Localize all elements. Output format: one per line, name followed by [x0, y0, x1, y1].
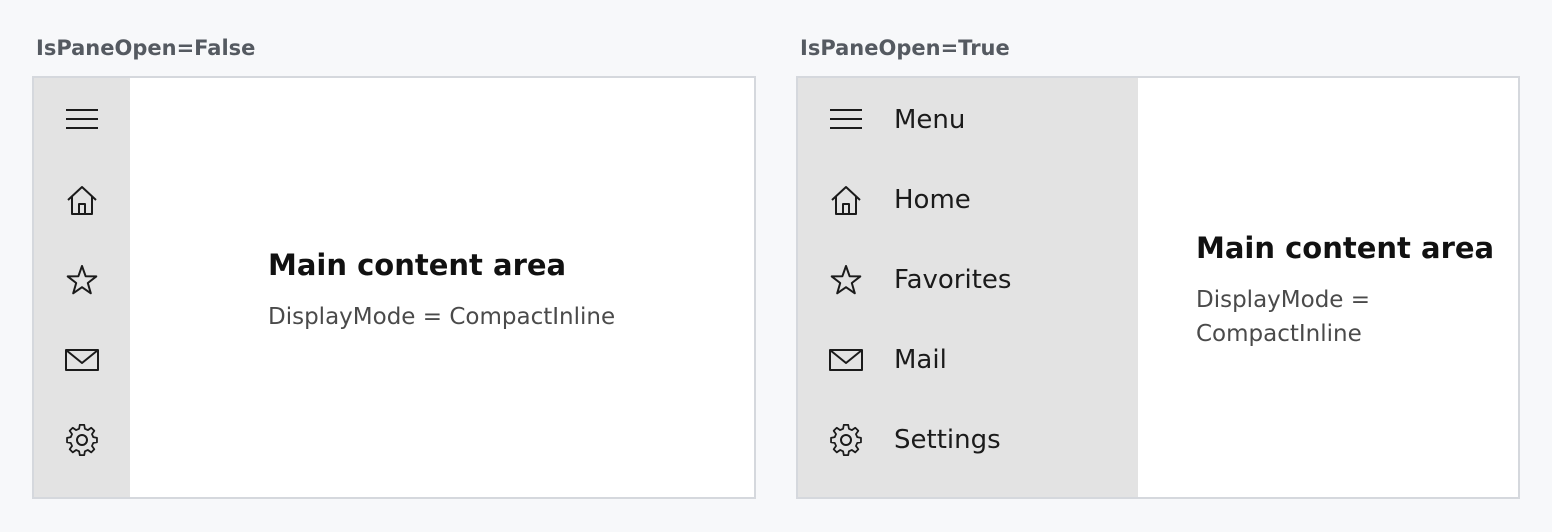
- content-title: Main content area: [1196, 231, 1495, 265]
- nav-item-home[interactable]: Home: [798, 160, 1138, 240]
- content-subtitle: DisplayMode = CompactInline: [268, 304, 616, 330]
- content-subtitle-line-2: CompactInline: [1196, 321, 1362, 347]
- main-content-area: Main content area DisplayMode = CompactI…: [1138, 78, 1518, 497]
- nav-item-label: Settings: [894, 425, 1001, 455]
- menu-toggle-button[interactable]: Menu: [798, 80, 1138, 160]
- menu-toggle-button[interactable]: [34, 80, 130, 160]
- navigation-view-open: Menu Home Favorites Mail Settings Main c…: [796, 76, 1520, 499]
- content-subtitle-line-1: DisplayMode =: [1196, 287, 1371, 313]
- nav-item-favorites[interactable]: [34, 240, 130, 320]
- nav-item-favorites[interactable]: Favorites: [798, 240, 1138, 320]
- hamburger-icon: [829, 103, 863, 137]
- mail-icon: [65, 343, 99, 377]
- navigation-view-closed: Main content area DisplayMode = CompactI…: [32, 76, 756, 499]
- gear-icon: [829, 423, 863, 457]
- star-icon: [65, 263, 99, 297]
- nav-item-settings[interactable]: Settings: [798, 400, 1138, 480]
- gear-icon: [65, 423, 99, 457]
- nav-item-label: Favorites: [894, 265, 1012, 295]
- content-title: Main content area: [268, 248, 567, 282]
- nav-item-settings[interactable]: [34, 400, 130, 480]
- main-content-area: Main content area DisplayMode = CompactI…: [130, 78, 754, 497]
- nav-pane-compact: [34, 78, 130, 497]
- hamburger-icon: [65, 103, 99, 137]
- panel-caption-open: IsPaneOpen=True: [800, 36, 1010, 60]
- nav-item-label: Mail: [894, 345, 947, 375]
- nav-item-label: Home: [894, 185, 971, 215]
- nav-item-mail[interactable]: [34, 320, 130, 400]
- star-icon: [829, 263, 863, 297]
- mail-icon: [829, 343, 863, 377]
- nav-pane-expanded: Menu Home Favorites Mail Settings: [798, 78, 1138, 497]
- nav-item-home[interactable]: [34, 160, 130, 240]
- nav-item-mail[interactable]: Mail: [798, 320, 1138, 400]
- home-icon: [65, 183, 99, 217]
- home-icon: [829, 183, 863, 217]
- panel-caption-closed: IsPaneOpen=False: [36, 36, 256, 60]
- nav-item-label: Menu: [894, 105, 966, 135]
